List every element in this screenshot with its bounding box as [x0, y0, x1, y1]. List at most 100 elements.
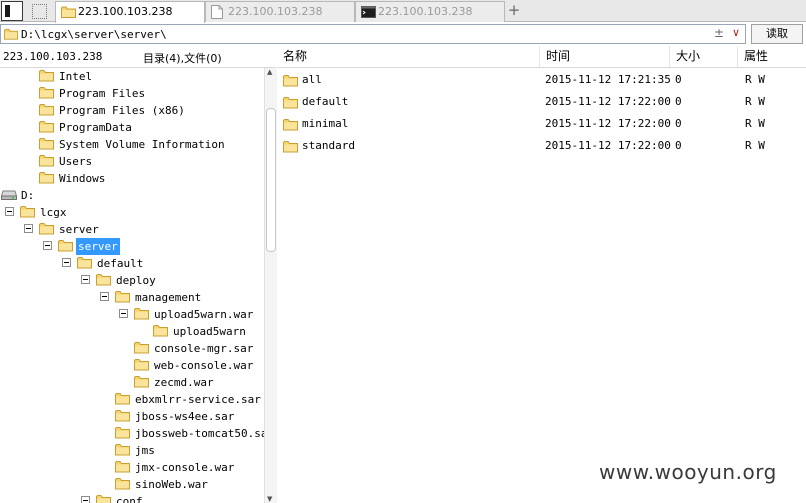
file-attr: R W: [745, 95, 765, 108]
tree-item[interactable]: System Volume Information: [0, 136, 264, 153]
tree-item-label: upload5warn.war: [154, 308, 254, 321]
tree-drive[interactable]: D:: [0, 187, 264, 204]
tree-item[interactable]: jms: [0, 442, 264, 459]
collapse-icon[interactable]: [5, 207, 14, 216]
tree-item[interactable]: Users: [0, 153, 264, 170]
file-time: 2015-11-12 17:22:00: [545, 139, 671, 152]
drive-icon: [0, 188, 18, 205]
tree-item-label: System Volume Information: [59, 138, 225, 151]
tree-item[interactable]: Program Files: [0, 85, 264, 102]
tree-item-label: server: [59, 223, 99, 236]
terminal-icon: [361, 5, 376, 24]
collapse-icon[interactable]: [43, 241, 52, 250]
collapse-icon[interactable]: [81, 496, 90, 503]
path-input[interactable]: D:\lcgx\server\server\ ± ∨: [0, 24, 746, 44]
scroll-down-icon[interactable]: ▼: [267, 495, 272, 503]
chevron-down-icon[interactable]: ∨: [732, 26, 740, 39]
file-time: 2015-11-12 17:21:35: [545, 73, 671, 86]
tree-item-label: jboss-ws4ee.sar: [135, 410, 235, 423]
tree-item[interactable]: conf: [0, 493, 264, 503]
tree-item[interactable]: Windows: [0, 170, 264, 187]
tree-item-label: Windows: [59, 172, 106, 185]
file-name: standard: [302, 139, 355, 152]
tab-label: 223.100.103.238: [78, 5, 173, 18]
directory-tree[interactable]: Intel Program Files Program Files (x86) Pro…: [0, 68, 264, 503]
file-row[interactable]: minimal 2015-11-12 17:22:00 0 R W: [277, 113, 806, 135]
new-window-icon[interactable]: [28, 1, 50, 21]
file-size: 0: [675, 117, 682, 130]
file-row[interactable]: default 2015-11-12 17:22:00 0 R W: [277, 91, 806, 113]
tree-header: 223.100.103.238 目录(4),文件(0): [0, 46, 276, 68]
tab-file-manager[interactable]: 223.100.103.238: [55, 1, 205, 23]
collapse-icon[interactable]: [81, 275, 90, 284]
file-size: 0: [675, 73, 682, 86]
tree-item[interactable]: zecmd.war: [0, 374, 264, 391]
tree-item-label: conf: [116, 495, 143, 503]
tree-item-label: console-mgr.sar: [154, 342, 254, 355]
read-button[interactable]: 读取: [751, 24, 803, 44]
host-label: 223.100.103.238: [3, 50, 103, 63]
tree-item[interactable]: lcgx: [0, 204, 264, 221]
tree-item-label: lcgx: [40, 206, 67, 219]
scroll-up-icon[interactable]: ▲: [267, 68, 272, 76]
collapse-icon[interactable]: [62, 258, 71, 267]
tab-bar: 223.100.103.238 223.100.103.238 223.100.…: [0, 0, 806, 23]
tree-item-label: ProgramData: [59, 121, 132, 134]
path-history-icon[interactable]: ±: [714, 26, 724, 40]
tree-item-label: deploy: [116, 274, 156, 287]
tree-item[interactable]: server: [0, 221, 264, 238]
path-value[interactable]: D:\lcgx\server\server\: [21, 28, 167, 41]
tree-item[interactable]: deploy: [0, 272, 264, 289]
collapse-icon[interactable]: [24, 224, 33, 233]
file-name: all: [302, 73, 322, 86]
column-time[interactable]: 时间: [540, 46, 670, 67]
tree-item[interactable]: management: [0, 289, 264, 306]
document-icon: [211, 5, 223, 25]
tree-item-label: jms: [135, 444, 155, 457]
tree-item-label: jbossweb-tomcat50.sar: [135, 427, 264, 440]
folder-icon: [283, 139, 298, 161]
tab-label: 223.100.103.238: [228, 5, 323, 18]
add-tab-button[interactable]: +: [506, 1, 522, 21]
tree-item-label: D:: [21, 189, 35, 202]
tree-item[interactable]: Intel: [0, 68, 264, 85]
tree-item[interactable]: upload5warn: [0, 323, 264, 340]
tree-item[interactable]: jbossweb-tomcat50.sar: [0, 425, 264, 442]
tree-item[interactable]: ProgramData: [0, 119, 264, 136]
file-attr: R W: [745, 117, 765, 130]
tree-item[interactable]: default: [0, 255, 264, 272]
tree-item-label: Program Files (x86): [59, 104, 185, 117]
file-attr: R W: [745, 73, 765, 86]
column-attr[interactable]: 属性: [738, 46, 806, 67]
tree-item[interactable]: jboss-ws4ee.sar: [0, 408, 264, 425]
tree-item[interactable]: jmx-console.war: [0, 459, 264, 476]
tree-item-label: ebxmlrr-service.sar: [135, 393, 261, 406]
file-size: 0: [675, 95, 682, 108]
tree-scrollbar[interactable]: ▲ ▼: [264, 68, 277, 503]
item-count: 目录(4),文件(0): [143, 52, 222, 65]
tree-item[interactable]: console-mgr.sar: [0, 340, 264, 357]
tree-item-label: Program Files: [59, 87, 146, 100]
column-name[interactable]: 名称: [277, 46, 540, 67]
tab-document[interactable]: 223.100.103.238: [205, 1, 355, 22]
tab-label: 223.100.103.238: [378, 5, 473, 18]
file-time: 2015-11-12 17:22:00: [545, 117, 671, 130]
scroll-thumb[interactable]: [266, 108, 276, 252]
folder-icon: [4, 28, 18, 43]
panel-toggle-icon[interactable]: [1, 1, 23, 21]
column-size[interactable]: 大小: [670, 46, 738, 67]
file-row[interactable]: standard 2015-11-12 17:22:00 0 R W: [277, 135, 806, 157]
file-row[interactable]: all 2015-11-12 17:21:35 0 R W: [277, 69, 806, 91]
tree-item-label: jmx-console.war: [135, 461, 235, 474]
collapse-icon[interactable]: [100, 292, 109, 301]
tree-item[interactable]: web-console.war: [0, 357, 264, 374]
tree-item[interactable]: ebxmlrr-service.sar: [0, 391, 264, 408]
tree-item[interactable]: upload5warn.war: [0, 306, 264, 323]
tab-terminal[interactable]: 223.100.103.238: [355, 1, 505, 22]
tree-item[interactable]: Program Files (x86): [0, 102, 264, 119]
tree-item-label: default: [97, 257, 144, 270]
tree-item[interactable]: sinoWeb.war: [0, 476, 264, 493]
tree-item[interactable]: server: [0, 238, 264, 255]
file-list-header: 名称 时间 大小 属性: [277, 46, 806, 68]
collapse-icon[interactable]: [119, 309, 128, 318]
